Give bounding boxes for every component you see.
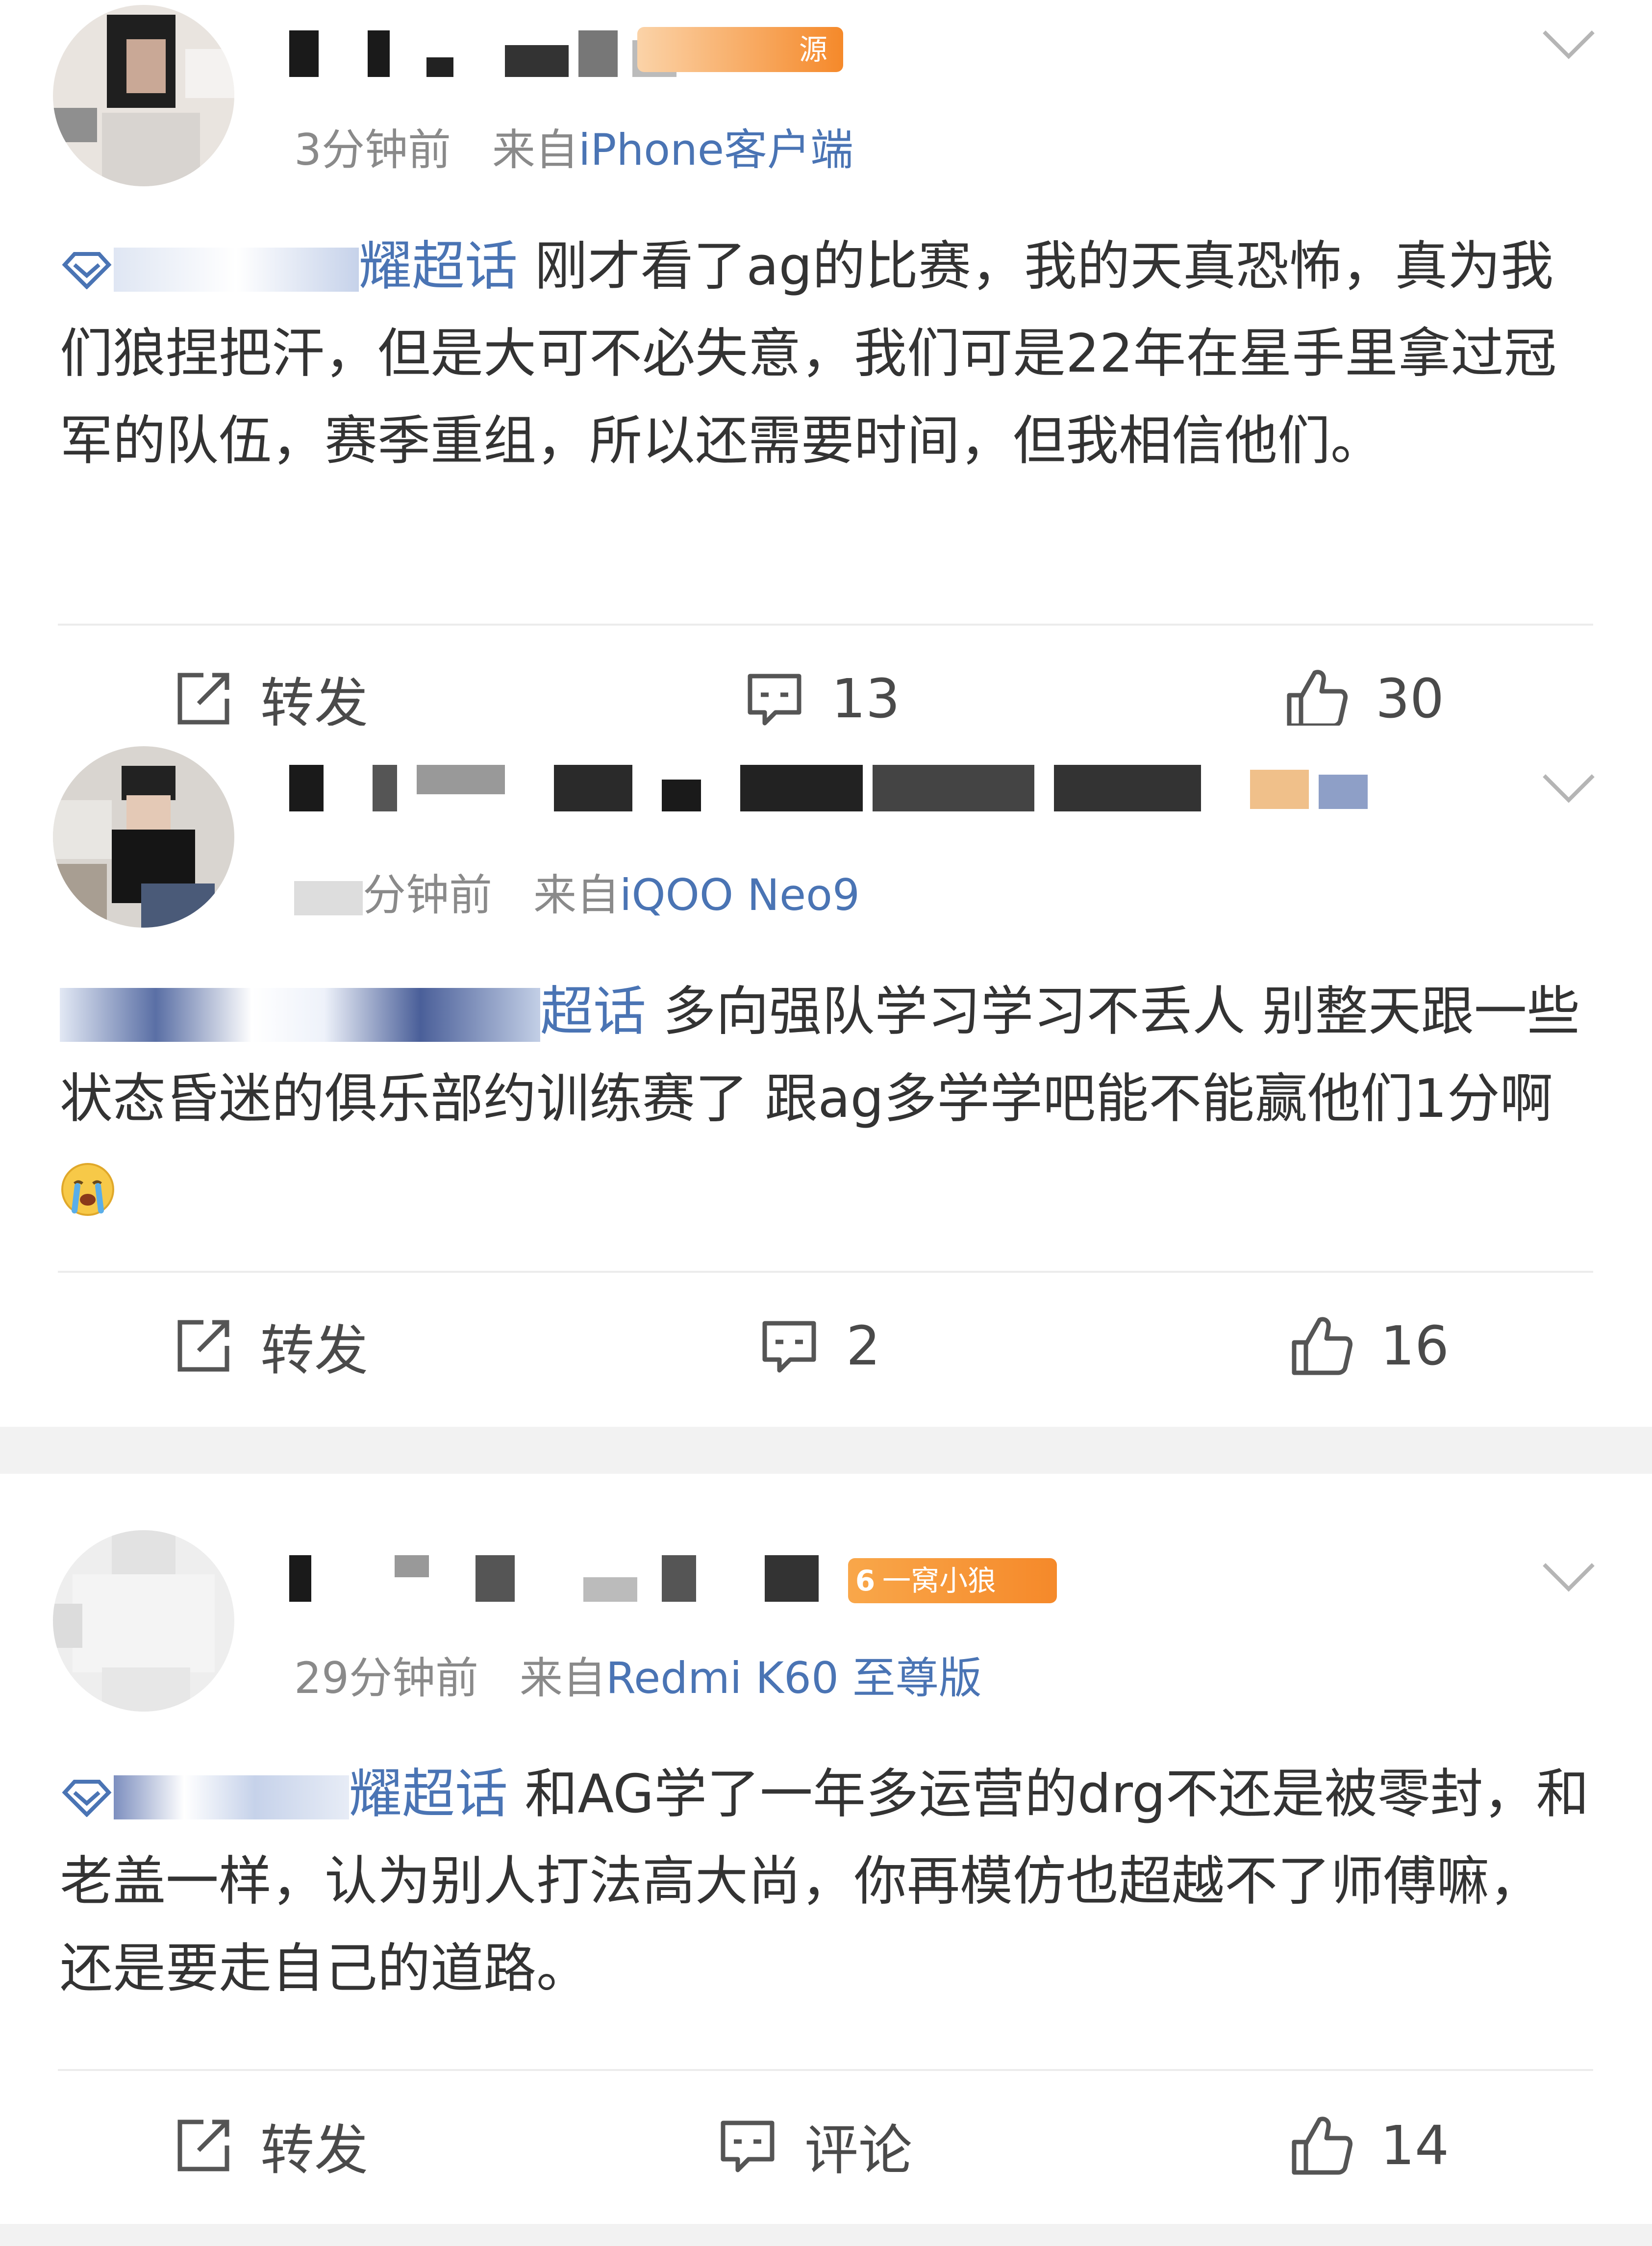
comment-count: 2	[846, 1314, 880, 1377]
source-prefix: 来自	[533, 870, 620, 920]
crying-emoji	[61, 1162, 114, 1216]
like-button[interactable]: 14	[1289, 2111, 1449, 2180]
avatar[interactable]	[53, 5, 234, 186]
post-time: 3分钟前	[294, 125, 451, 175]
comment-icon	[762, 1321, 816, 1373]
avatar[interactable]	[53, 746, 234, 928]
comment-button[interactable]: 评论	[718, 2111, 912, 2182]
repost-icon	[177, 1320, 229, 1372]
topic-redacted	[114, 1775, 349, 1820]
chevron-down-icon[interactable]	[1539, 27, 1598, 61]
post-card: 6 一窝小狼 29分钟前 来自Redmi K60 至尊版 耀超话 和AG学了一年多…	[0, 1474, 1652, 2224]
post-meta: 3分钟前 来自iPhone客户端	[294, 115, 853, 177]
like-button[interactable]: 30	[1284, 664, 1444, 733]
feed-separator	[0, 2224, 1652, 2246]
like-icon	[1292, 2117, 1352, 2175]
repost-button[interactable]: 转发	[174, 2111, 368, 2182]
user-badge: 源	[637, 27, 843, 72]
chevron-down-icon[interactable]	[1539, 1560, 1598, 1594]
like-icon	[1287, 670, 1348, 728]
comment-label: 评论	[804, 2119, 912, 2182]
username-redacted[interactable]	[289, 765, 1368, 811]
post-content: 超话 多向强队学习学习不丢人 别整天跟一些状态昏迷的俱乐部约训练赛了 跟ag多学…	[60, 968, 1594, 1230]
comment-icon	[748, 674, 801, 726]
comment-button[interactable]: 13	[745, 664, 900, 733]
repost-button[interactable]: 转发	[174, 664, 368, 735]
supertopic-icon	[62, 1780, 112, 1817]
divider	[58, 1271, 1593, 1273]
post-meta: 29分钟前 来自Redmi K60 至尊版	[294, 1643, 982, 1706]
source-prefix: 来自	[519, 1653, 606, 1703]
repost-icon	[177, 2120, 229, 2171]
post-content: 耀超话 刚才看了ag的比赛，我的天真恐怖，真为我们狼捏把汗，但是大可不必失意，我…	[60, 223, 1594, 485]
comment-icon	[721, 2120, 775, 2172]
user-badge: 6 一窝小狼	[848, 1558, 1057, 1603]
like-count: 14	[1380, 2114, 1449, 2177]
username-redacted[interactable]	[289, 1555, 828, 1602]
divider	[58, 624, 1593, 626]
post-time: 29分钟前	[294, 1653, 478, 1703]
badge-label: 一窝小狼	[882, 1564, 997, 1597]
like-count: 30	[1376, 667, 1444, 730]
chevron-down-icon[interactable]	[1539, 771, 1598, 805]
repost-button[interactable]: 转发	[174, 1312, 368, 1382]
like-count: 16	[1380, 1314, 1449, 1377]
supertopic-link[interactable]: 超话	[540, 981, 646, 1042]
badge-level: 6	[855, 1564, 876, 1597]
post-source[interactable]: iQOO Neo9	[620, 870, 860, 920]
repost-label: 转发	[260, 2119, 368, 2182]
feed-separator	[0, 1427, 1652, 1474]
post-card: 分钟前 来自iQOO Neo9 超话 多向强队学习学习不丢人 别整天跟一些状态昏…	[0, 726, 1652, 1427]
post-time: 分钟前	[363, 870, 493, 920]
source-prefix: 来自	[492, 125, 578, 175]
repost-icon	[177, 673, 229, 725]
post-content: 耀超话 和AG学了一年多运营的drg不还是被零封，和老盖一样，认为别人打法高大尚…	[60, 1751, 1594, 2013]
post-meta: 分钟前 来自iQOO Neo9	[294, 860, 860, 923]
comment-count: 13	[831, 667, 900, 730]
post-card: 源 3分钟前 来自iPhone客户端 耀超话 刚才看了ag的比赛，我的天真恐怖，…	[0, 0, 1652, 735]
comment-button[interactable]: 2	[760, 1312, 880, 1380]
post-source[interactable]: Redmi K60 至尊版	[606, 1653, 982, 1703]
time-redacted	[294, 881, 363, 916]
topic-redacted	[60, 988, 540, 1042]
divider	[58, 2069, 1593, 2071]
like-button[interactable]: 16	[1289, 1312, 1449, 1380]
supertopic-link[interactable]: 耀超话	[349, 1764, 508, 1825]
like-icon	[1292, 1317, 1352, 1375]
supertopic-icon	[62, 252, 112, 290]
avatar[interactable]	[53, 1530, 234, 1712]
topic-redacted	[114, 248, 359, 292]
post-source[interactable]: iPhone客户端	[578, 125, 853, 175]
supertopic-link[interactable]: 耀超话	[359, 236, 518, 297]
repost-label: 转发	[260, 1319, 368, 1382]
